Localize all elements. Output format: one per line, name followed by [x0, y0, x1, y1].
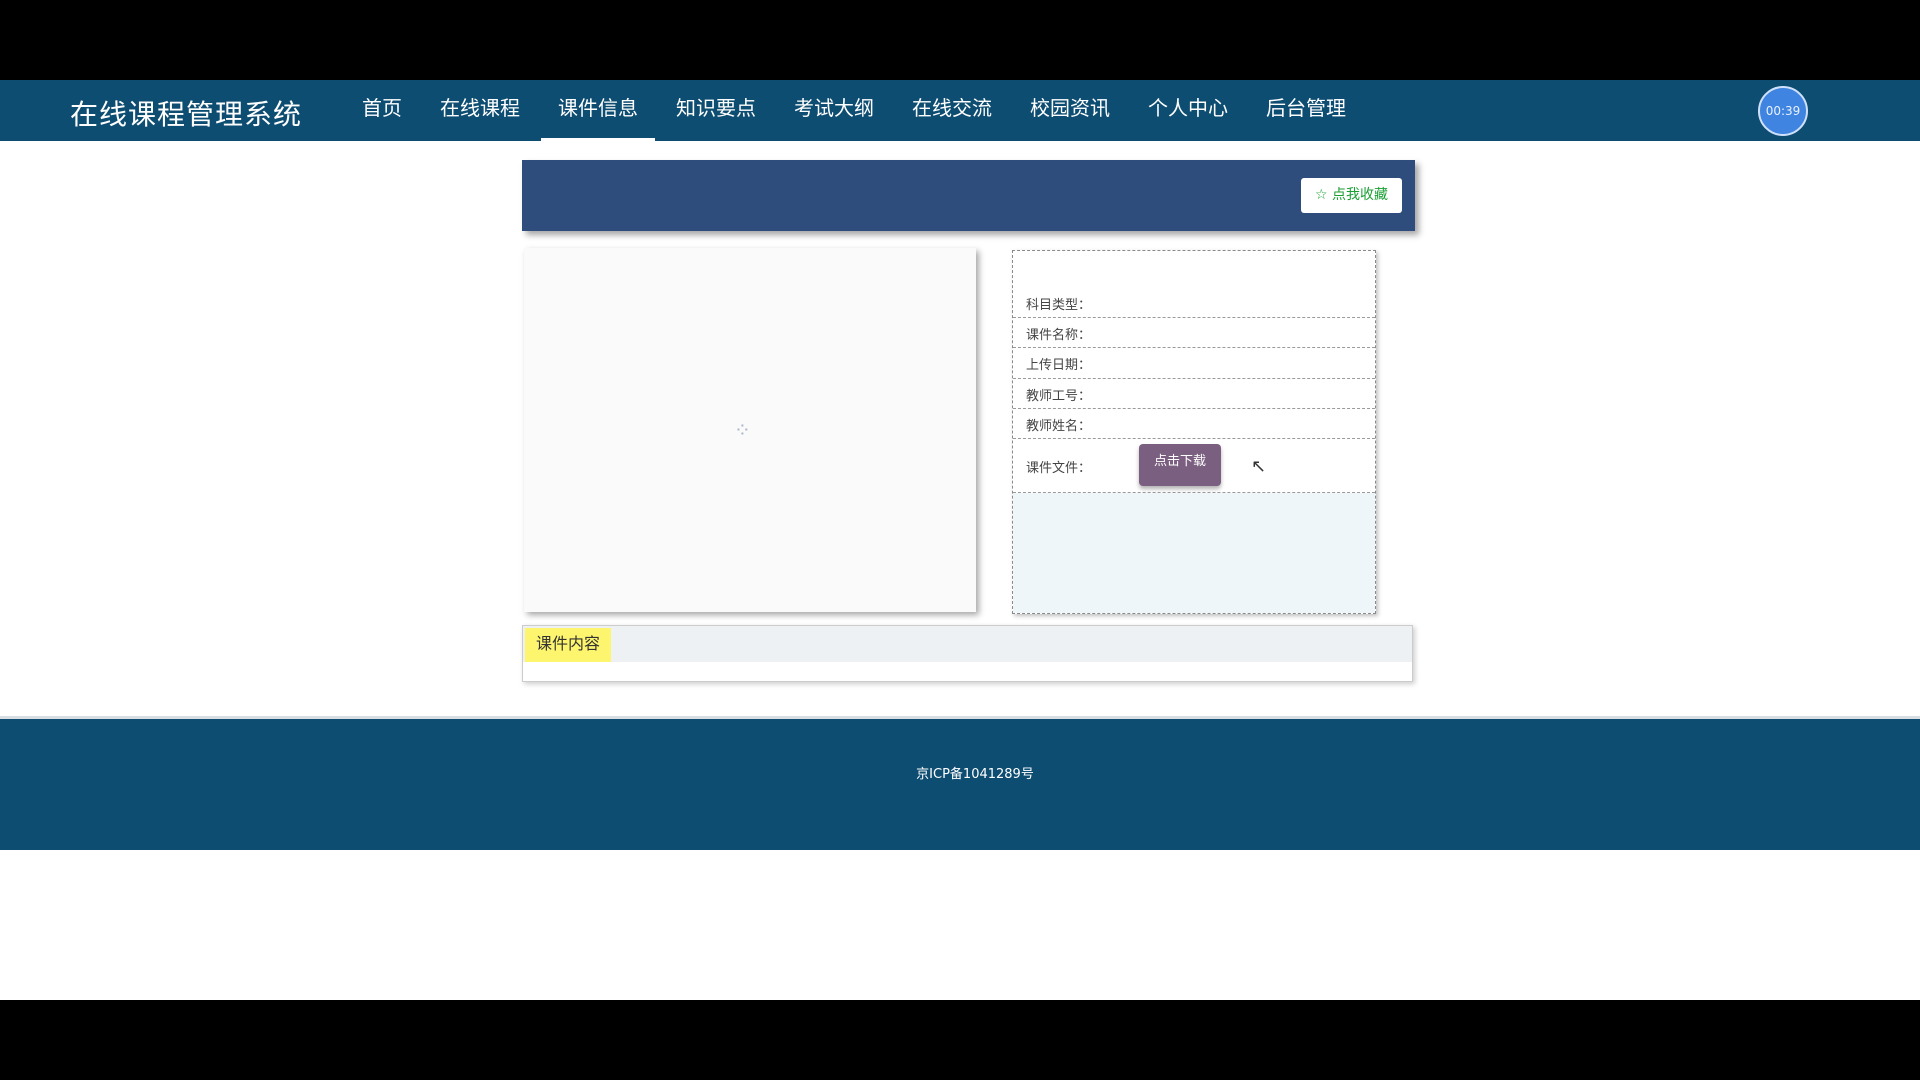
- courseware-content-section: 课件内容: [522, 625, 1413, 682]
- nav-item-online-chat[interactable]: 在线交流: [895, 80, 1009, 141]
- nav-item-admin[interactable]: 后台管理: [1249, 80, 1363, 141]
- info-row-upload-date: 上传日期：: [1013, 348, 1375, 379]
- nav-item-exam-outline[interactable]: 考试大纲: [777, 80, 891, 141]
- info-row-courseware-file: 课件文件： 点击下载: [1013, 439, 1375, 493]
- courseware-info-panel: 科目类型： 课件名称： 上传日期： 教师工号： 教师姓名： 课件文件： 点击下载…: [1012, 250, 1376, 614]
- loading-spinner-icon: ⁘: [734, 418, 751, 442]
- courseware-name-label: 课件名称：: [1026, 328, 1092, 343]
- upload-date-label: 上传日期：: [1026, 358, 1092, 373]
- site-title: 在线课程管理系统: [70, 98, 303, 131]
- main-menu: 首页 在线课程 课件信息 知识要点 考试大纲 在线交流 校园资讯 个人中心 后台…: [345, 80, 1367, 141]
- nav-item-home[interactable]: 首页: [345, 80, 419, 141]
- footer: 京ICP备1041289号: [0, 716, 1920, 850]
- page: 在线课程管理系统 首页 在线课程 课件信息 知识要点 考试大纲 在线交流 校园资…: [0, 80, 1920, 1000]
- info-panel-footer-area: [1013, 493, 1375, 613]
- teacher-name-label: 教师姓名：: [1026, 419, 1092, 434]
- mouse-cursor-icon: ↖: [1251, 456, 1267, 477]
- icp-record-text: 京ICP备1041289号: [916, 767, 1034, 782]
- info-row-courseware-name: 课件名称：: [1013, 318, 1375, 348]
- favorite-button[interactable]: ☆ 点我收藏: [1301, 178, 1402, 213]
- nav-item-key-points[interactable]: 知识要点: [659, 80, 773, 141]
- nav-item-personal-center[interactable]: 个人中心: [1131, 80, 1245, 141]
- courseware-file-label: 课件文件：: [1026, 461, 1092, 476]
- courseware-content-tab[interactable]: 课件内容: [525, 628, 612, 662]
- user-avatar[interactable]: 00:39: [1758, 86, 1808, 136]
- courseware-image-panel: ⁘: [524, 248, 976, 612]
- teacher-id-label: 教师工号：: [1026, 389, 1092, 404]
- content-header: 课件内容: [523, 626, 1412, 662]
- subject-type-label: 科目类型：: [1026, 298, 1092, 313]
- nav-item-online-courses[interactable]: 在线课程: [423, 80, 537, 141]
- nav-item-courseware-info[interactable]: 课件信息: [541, 80, 655, 141]
- info-row-teacher-name: 教师姓名：: [1013, 409, 1375, 439]
- top-nav-bar: 在线课程管理系统 首页 在线课程 课件信息 知识要点 考试大纲 在线交流 校园资…: [0, 80, 1920, 141]
- info-row-subject-type: 科目类型：: [1013, 285, 1375, 318]
- info-row-teacher-id: 教师工号：: [1013, 379, 1375, 409]
- nav-item-campus-news[interactable]: 校园资讯: [1013, 80, 1127, 141]
- courseware-title-banner: ☆ 点我收藏: [522, 160, 1415, 231]
- download-button[interactable]: 点击下载: [1139, 444, 1221, 486]
